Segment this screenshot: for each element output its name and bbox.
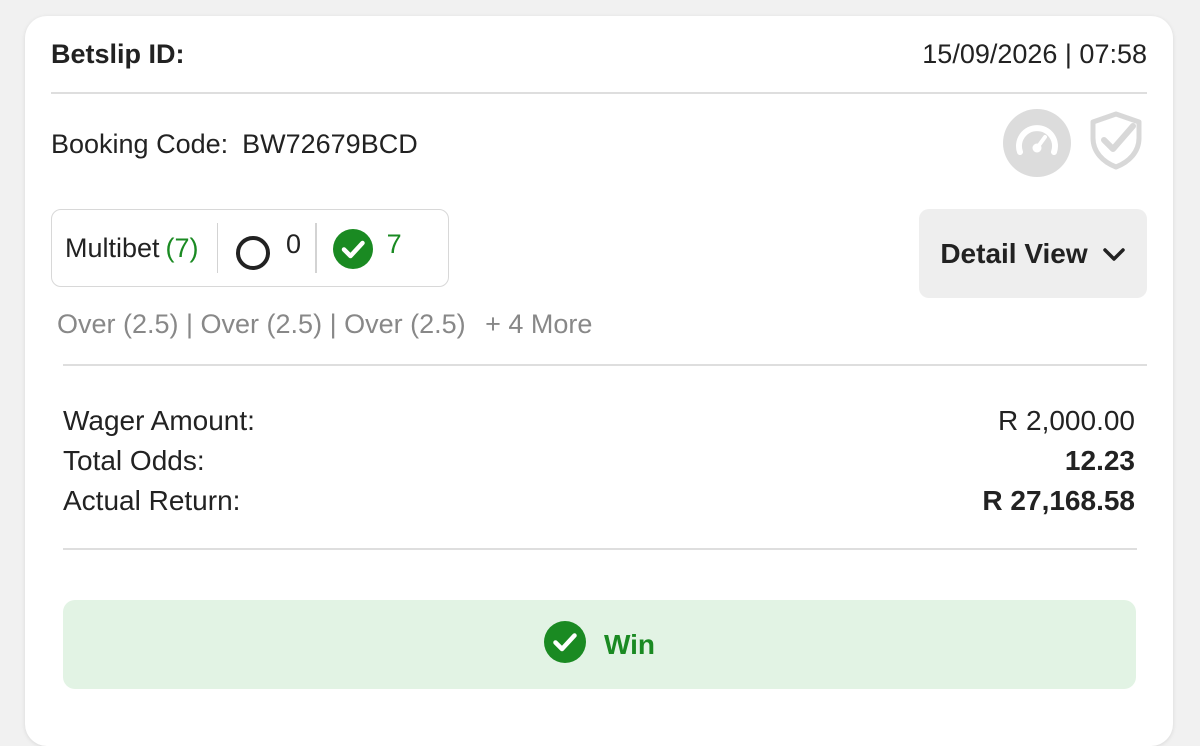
return-row: Actual Return: R 27,168.58 [63, 481, 1135, 521]
open-selections: 0 [218, 223, 315, 273]
betslip-header: Betslip ID: 15/09/2026 | 07:58 [51, 34, 1147, 74]
selections-divider [63, 364, 1147, 366]
header-divider [51, 92, 1147, 94]
amounts-divider [63, 548, 1137, 550]
won-count: 7 [386, 228, 402, 259]
detail-view-label: Detail View [940, 237, 1088, 269]
betslip-id-label: Betslip ID: [51, 38, 185, 69]
result-status-bar: Win [63, 600, 1136, 689]
gauge-icon[interactable] [1003, 108, 1071, 177]
wager-value: R 2,000.00 [998, 405, 1135, 436]
odds-value: 12.23 [1064, 445, 1135, 476]
more-selections-link[interactable]: + 4 More [485, 309, 592, 339]
shield-check-icon[interactable] [1087, 108, 1147, 177]
wager-label: Wager Amount: [63, 405, 255, 436]
bet-type-label: Multibet [65, 232, 160, 263]
chevron-down-icon [1102, 238, 1126, 270]
status-icons [1003, 108, 1147, 177]
won-selections: 7 [317, 223, 412, 273]
betslip-datetime: 15/09/2026 | 07:58 [922, 38, 1147, 69]
return-value: R 27,168.58 [982, 485, 1135, 516]
odds-label: Total Odds: [63, 445, 205, 476]
return-label: Actual Return: [63, 485, 241, 516]
bet-summary-box: Multibet (7) 0 7 [51, 209, 449, 287]
booking-code-row: Booking Code: BW72679BCD [51, 124, 418, 164]
result-label: Win [603, 628, 656, 660]
detail-view-button[interactable]: Detail View [919, 209, 1147, 298]
check-circle-icon [543, 621, 586, 668]
multibet-summary: Multibet (7) [52, 223, 217, 273]
odds-row: Total Odds: 12.23 [63, 441, 1135, 481]
check-circle-icon [332, 228, 373, 276]
amounts-section: Wager Amount: R 2,000.00 Total Odds: 12.… [63, 401, 1135, 521]
selection-summary: Over (2.5) | Over (2.5) | Over (2.5) + 4… [57, 309, 592, 340]
open-count: 0 [286, 228, 302, 259]
selection-markets: Over (2.5) | Over (2.5) | Over (2.5) [57, 309, 466, 339]
betslip-card: Betslip ID: 15/09/2026 | 07:58 Booking C… [25, 16, 1173, 746]
open-circle-icon [236, 236, 271, 270]
booking-code-label: Booking Code: [51, 128, 229, 159]
booking-code-value[interactable]: BW72679BCD [242, 129, 418, 160]
wager-row: Wager Amount: R 2,000.00 [63, 401, 1135, 441]
selection-total-count: (7) [165, 232, 199, 263]
